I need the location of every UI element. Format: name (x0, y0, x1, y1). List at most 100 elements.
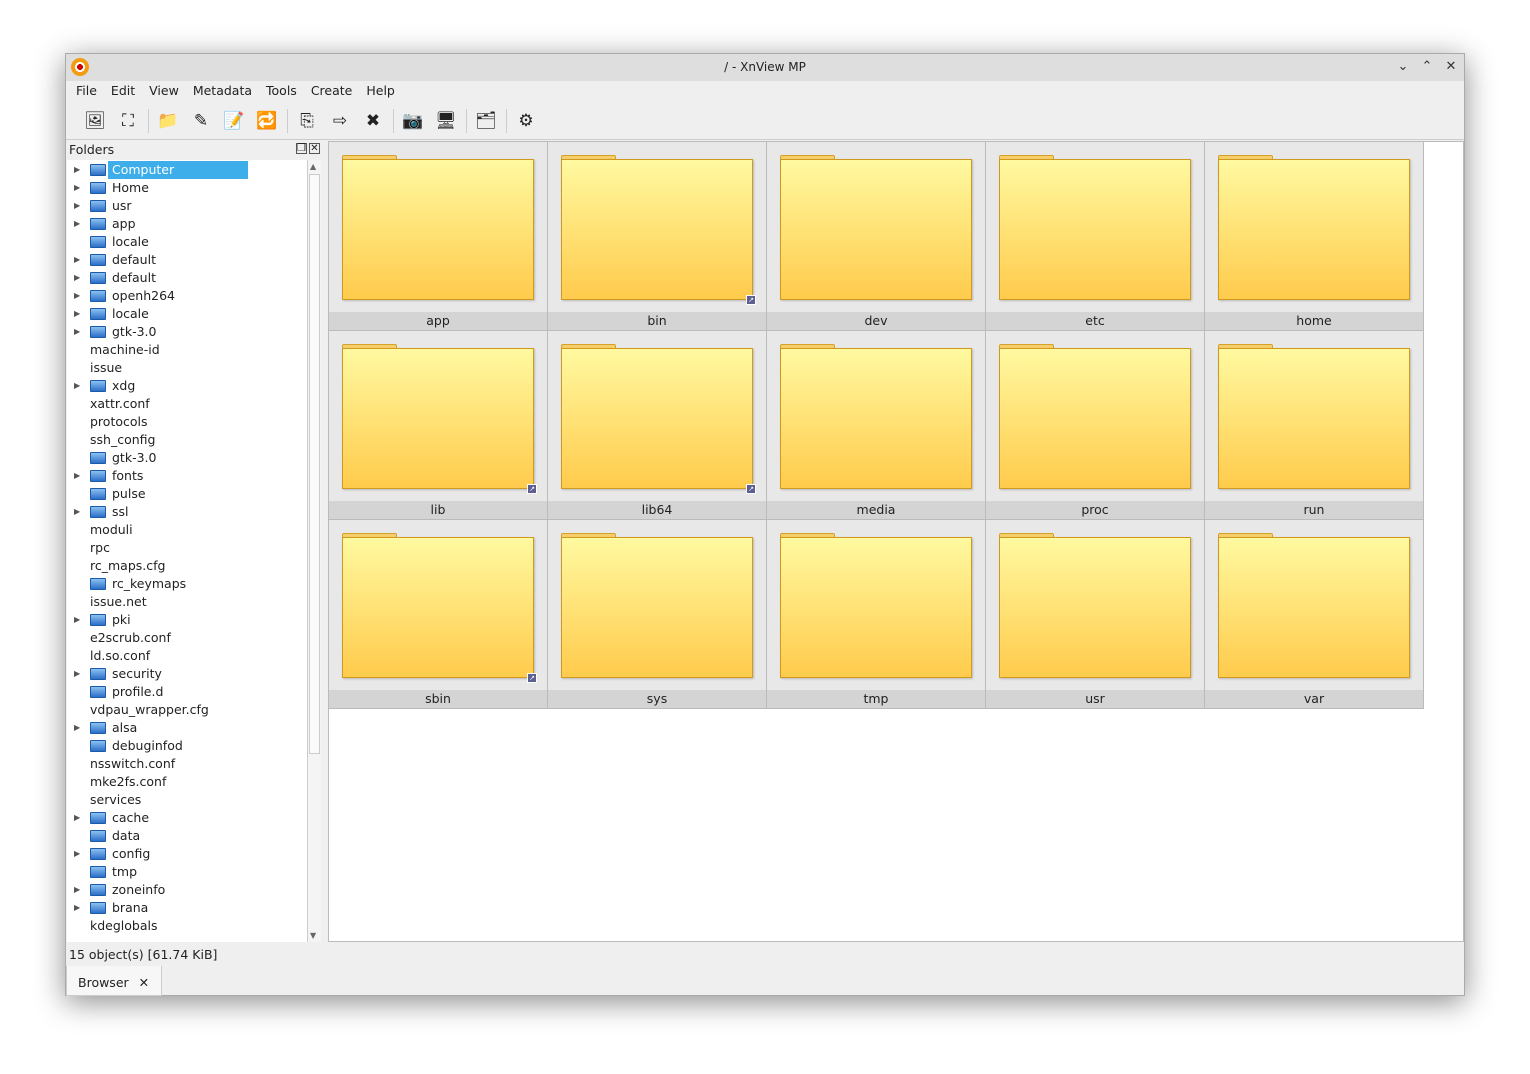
tree-item[interactable]: rc_maps.cfg (67, 557, 307, 575)
tree-item[interactable]: mke2fs.conf (67, 773, 307, 791)
folder-thumbnail[interactable]: ↗ lib64 (548, 331, 767, 520)
minimize-button[interactable]: ⌄ (1394, 58, 1412, 76)
tree-item[interactable]: locale (67, 233, 307, 251)
convert-button[interactable]: 🔁 (254, 108, 280, 134)
tree-item[interactable]: issue (67, 359, 307, 377)
settings-gear-button[interactable]: ⚙ (513, 108, 539, 134)
tree-item[interactable]: services (67, 791, 307, 809)
expand-arrow-icon[interactable]: ▶ (74, 503, 80, 521)
tree-item[interactable]: data (67, 827, 307, 845)
tree-item[interactable]: issue.net (67, 593, 307, 611)
tree-item[interactable]: ▶ openh264 (67, 287, 307, 305)
tree-item[interactable]: debuginfod (67, 737, 307, 755)
tree-item[interactable]: ▶ default (67, 269, 307, 287)
tree-scrollbar[interactable]: ▲ ▼ (307, 160, 321, 942)
batch-rename-button[interactable]: 📝 (221, 108, 247, 134)
tree-item[interactable]: tmp (67, 863, 307, 881)
folder-tree-button[interactable]: 🗂 (473, 108, 499, 134)
expand-arrow-icon[interactable]: ▶ (74, 665, 80, 683)
expand-arrow-icon[interactable]: ▶ (74, 251, 80, 269)
tree-item[interactable]: ▶ zoneinfo (67, 881, 307, 899)
expand-arrow-icon[interactable]: ▶ (74, 197, 80, 215)
move-to-button[interactable]: ⇨ (327, 108, 353, 134)
tree-item[interactable]: ▶ gtk-3.0 (67, 323, 307, 341)
expand-arrow-icon[interactable]: ▶ (74, 323, 80, 341)
tree-item[interactable]: kdeglobals (67, 917, 307, 935)
expand-arrow-icon[interactable]: ▶ (74, 215, 80, 233)
scroll-down-icon[interactable]: ▼ (310, 931, 316, 940)
tree-item[interactable]: ▶ brana (67, 899, 307, 917)
expand-arrow-icon[interactable]: ▶ (74, 881, 80, 899)
tree-item[interactable]: xattr.conf (67, 395, 307, 413)
rename-button[interactable]: ✎ (188, 108, 214, 134)
close-button[interactable]: ✕ (1442, 58, 1460, 76)
tree-item[interactable]: pulse (67, 485, 307, 503)
tab-browser[interactable]: Browser ✕ (66, 966, 162, 996)
folder-tree[interactable]: ▶ Computer ▶ Home ▶ usr ▶ app locale ▶ default ▶ def… (67, 160, 307, 942)
tree-item[interactable]: ▶ usr (67, 197, 307, 215)
tree-item[interactable]: ▶ pki (67, 611, 307, 629)
expand-arrow-icon[interactable]: ▶ (74, 899, 80, 917)
tree-item[interactable]: ▶ cache (67, 809, 307, 827)
tree-item[interactable]: ld.so.conf (67, 647, 307, 665)
tree-item[interactable]: ▶ ssl (67, 503, 307, 521)
close-panel-button[interactable]: ✕ (309, 143, 320, 154)
menu-edit[interactable]: Edit (111, 81, 135, 102)
menu-file[interactable]: File (76, 81, 97, 102)
scroll-up-icon[interactable]: ▲ (310, 162, 316, 171)
expand-arrow-icon[interactable]: ▶ (74, 179, 80, 197)
tree-item[interactable]: protocols (67, 413, 307, 431)
folder-thumbnail[interactable]: var (1205, 520, 1424, 709)
folder-thumbnail[interactable]: proc (986, 331, 1205, 520)
folder-thumbnail[interactable]: dev (767, 142, 986, 331)
expand-arrow-icon[interactable]: ▶ (74, 305, 80, 323)
folder-thumbnail[interactable]: ↗ lib (329, 331, 548, 520)
tree-item[interactable]: ▶ locale (67, 305, 307, 323)
copy-to-button[interactable]: ⎘ (294, 108, 320, 134)
tree-item[interactable]: ▶ default (67, 251, 307, 269)
expand-arrow-icon[interactable]: ▶ (74, 377, 80, 395)
folder-thumbnail[interactable]: usr (986, 520, 1205, 709)
menu-view[interactable]: View (149, 81, 179, 102)
tree-item[interactable]: profile.d (67, 683, 307, 701)
tree-item[interactable]: e2scrub.conf (67, 629, 307, 647)
folder-thumbnail[interactable]: tmp (767, 520, 986, 709)
tree-item[interactable]: gtk-3.0 (67, 449, 307, 467)
folder-thumbnail[interactable]: app (329, 142, 548, 331)
expand-arrow-icon[interactable]: ▶ (74, 809, 80, 827)
expand-arrow-icon[interactable]: ▶ (74, 161, 80, 179)
tree-item[interactable]: moduli (67, 521, 307, 539)
tree-item[interactable]: ▶ Computer (67, 161, 307, 179)
float-panel-button[interactable]: ❐ (296, 143, 307, 154)
tree-item[interactable]: ▶ app (67, 215, 307, 233)
tree-item[interactable]: rc_keymaps (67, 575, 307, 593)
slideshow-button[interactable]: 🖥 (433, 108, 459, 134)
menu-create[interactable]: Create (311, 81, 353, 102)
tree-item[interactable]: ▶ alsa (67, 719, 307, 737)
capture-button[interactable]: 📷 (400, 108, 426, 134)
tree-item[interactable]: rpc (67, 539, 307, 557)
tree-item[interactable]: ▶ config (67, 845, 307, 863)
tree-item[interactable]: ▶ fonts (67, 467, 307, 485)
tree-item[interactable]: ▶ xdg (67, 377, 307, 395)
folder-thumbnail[interactable]: ↗ bin (548, 142, 767, 331)
new-folder-button[interactable]: 📁 (155, 108, 181, 134)
menu-tools[interactable]: Tools (266, 81, 297, 102)
delete-button[interactable]: ✖ (360, 108, 386, 134)
menu-help[interactable]: Help (366, 81, 395, 102)
tree-item[interactable]: ssh_config (67, 431, 307, 449)
tree-item[interactable]: nsswitch.conf (67, 755, 307, 773)
expand-arrow-icon[interactable]: ▶ (74, 611, 80, 629)
fullscreen-button[interactable]: ⛶ (115, 108, 141, 134)
folder-thumbnail[interactable]: sys (548, 520, 767, 709)
folder-thumbnail[interactable]: home (1205, 142, 1424, 331)
tree-item[interactable]: machine-id (67, 341, 307, 359)
expand-arrow-icon[interactable]: ▶ (74, 287, 80, 305)
image-viewer-button[interactable]: 🖼 (82, 108, 108, 134)
tree-item[interactable]: ▶ security (67, 665, 307, 683)
scrollbar-thumb[interactable] (309, 174, 320, 754)
maximize-button[interactable]: ⌃ (1418, 58, 1436, 76)
folder-thumbnail[interactable]: etc (986, 142, 1205, 331)
menu-metadata[interactable]: Metadata (193, 81, 252, 102)
folder-thumbnail[interactable]: media (767, 331, 986, 520)
